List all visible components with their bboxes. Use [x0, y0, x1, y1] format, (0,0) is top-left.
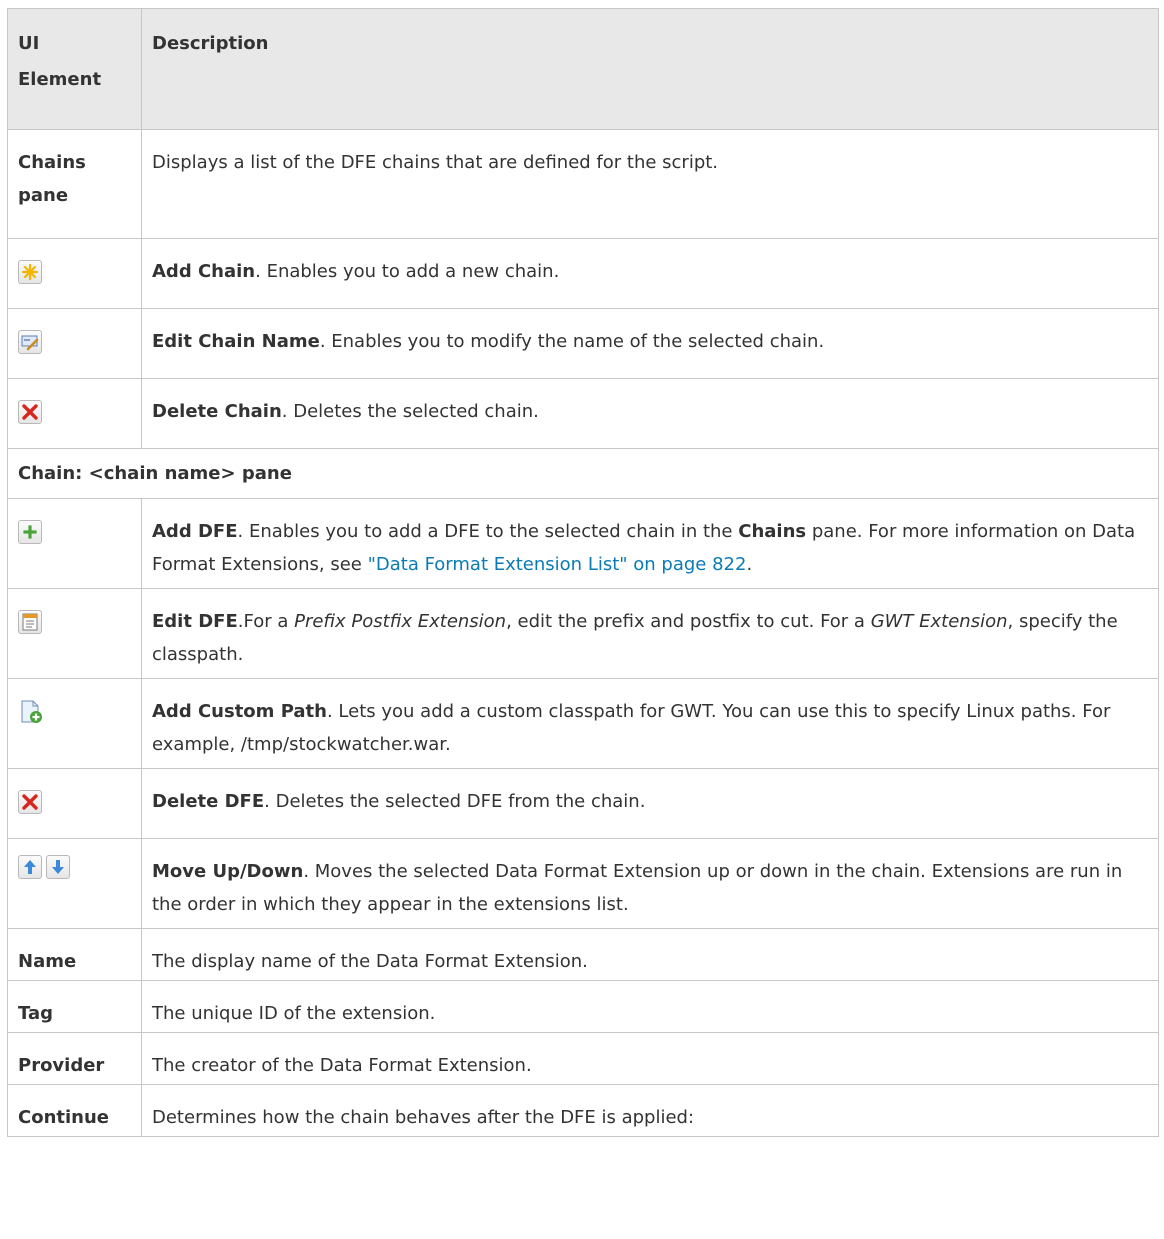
chains-pane-label-line1: Chains — [18, 152, 86, 173]
delete-dfe-title: Delete DFE — [152, 791, 265, 812]
continue-label: Continue — [18, 1107, 110, 1128]
provider-label: Provider — [18, 1055, 105, 1076]
edit-chain-name-desc: . Enables you to modify the name of the … — [319, 331, 825, 352]
prefix-postfix-italic: Prefix Postfix Extension — [294, 611, 507, 632]
add-dfe-chains-bold: Chains — [738, 521, 807, 542]
delete-chain-desc: . Deletes the selected chain. — [281, 401, 539, 422]
move-up-down-buttons — [18, 855, 70, 879]
delete-red-x-icon[interactable] — [18, 790, 42, 814]
delete-chain-title: Delete Chain — [152, 401, 282, 422]
table-row: Tag The unique ID of the extension. — [7, 980, 1159, 1033]
table-row: Add Custom Path. Lets you add a custom c… — [7, 678, 1159, 769]
edit-dfe-desc-a: .For a — [237, 611, 295, 632]
add-custom-path-document-icon[interactable] — [18, 699, 44, 725]
row-name-cell: Continue — [7, 1084, 142, 1137]
header-ui-element: UI Element — [7, 8, 142, 130]
section-row: Chain: <chain name> pane — [7, 448, 1159, 499]
section-label: Chain: <chain name> pane — [7, 448, 1159, 499]
row-desc-cell: Delete DFE. Deletes the selected DFE fro… — [141, 768, 1159, 839]
row-icon-cell — [7, 588, 142, 679]
table-row: Provider The creator of the Data Format … — [7, 1032, 1159, 1085]
add-green-plus-icon[interactable] — [18, 520, 42, 544]
add-chain-desc: . Enables you to add a new chain. — [255, 261, 560, 282]
add-custom-path-title: Add Custom Path — [152, 701, 327, 722]
row-desc-cell: Add DFE. Enables you to add a DFE to the… — [141, 498, 1159, 589]
row-desc-cell: The creator of the Data Format Extension… — [141, 1032, 1159, 1085]
table-row: Delete Chain. Deletes the selected chain… — [7, 378, 1159, 449]
row-icon-cell — [7, 678, 142, 769]
add-dfe-desc-c: . — [746, 554, 753, 575]
edit-chain-name-icon[interactable] — [18, 330, 42, 354]
table-header-row: UI Element Description — [7, 8, 1159, 130]
move-up-down-title: Move Up/Down — [152, 861, 304, 882]
delete-dfe-desc: . Deletes the selected DFE from the chai… — [264, 791, 646, 812]
row-desc-cell: Add Chain. Enables you to add a new chai… — [141, 238, 1159, 309]
add-dfe-title: Add DFE — [152, 521, 238, 542]
header-ui-element-line1: UI — [18, 33, 40, 54]
row-name-cell: Provider — [7, 1032, 142, 1085]
table-row: Move Up/Down. Moves the selected Data Fo… — [7, 838, 1159, 929]
row-desc-cell: Edit DFE.For a Prefix Postfix Extension,… — [141, 588, 1159, 679]
table-row: Add Chain. Enables you to add a new chai… — [7, 238, 1159, 309]
add-chain-title: Add Chain — [152, 261, 256, 282]
gwt-extension-italic: GWT Extension — [870, 611, 1008, 632]
header-ui-element-line2: Element — [18, 69, 102, 90]
edit-dfe-title: Edit DFE — [152, 611, 238, 632]
row-desc-cell: The unique ID of the extension. — [141, 980, 1159, 1033]
data-format-extension-list-link[interactable]: "Data Format Extension List" on page 822 — [368, 554, 747, 575]
row-icon-cell — [7, 838, 142, 929]
table-row: Edit DFE.For a Prefix Postfix Extension,… — [7, 588, 1159, 679]
table-row: Chains pane Displays a list of the DFE ch… — [7, 129, 1159, 239]
add-dfe-desc-a: . Enables you to add a DFE to the select… — [237, 521, 739, 542]
chains-pane-label-line2: pane — [18, 185, 69, 206]
arrow-down-icon[interactable] — [46, 855, 70, 879]
table-row: Add DFE. Enables you to add a DFE to the… — [7, 498, 1159, 589]
row-desc-cell: Delete Chain. Deletes the selected chain… — [141, 378, 1159, 449]
table-row: Delete DFE. Deletes the selected DFE fro… — [7, 768, 1159, 839]
delete-red-x-icon[interactable] — [18, 400, 42, 424]
row-desc-cell: Determines how the chain behaves after t… — [141, 1084, 1159, 1137]
row-icon-cell — [7, 308, 142, 379]
edit-properties-icon[interactable] — [18, 610, 42, 634]
add-chain-star-icon[interactable] — [18, 260, 42, 284]
name-label: Name — [18, 951, 77, 972]
row-desc-cell: Move Up/Down. Moves the selected Data Fo… — [141, 838, 1159, 929]
row-name-cell: Chains pane — [7, 129, 142, 239]
row-icon-cell — [7, 238, 142, 309]
arrow-up-icon[interactable] — [18, 855, 42, 879]
row-desc-cell: Edit Chain Name. Enables you to modify t… — [141, 308, 1159, 379]
row-desc-cell: Displays a list of the DFE chains that a… — [141, 129, 1159, 239]
row-desc-cell: Add Custom Path. Lets you add a custom c… — [141, 678, 1159, 769]
tag-label: Tag — [18, 1003, 53, 1024]
ui-elements-table: UI Element Description Chains pane Display… — [7, 8, 1159, 1137]
header-description: Description — [141, 8, 1159, 130]
table-row: Name The display name of the Data Format… — [7, 928, 1159, 981]
edit-chain-name-title: Edit Chain Name — [152, 331, 320, 352]
row-desc-cell: The display name of the Data Format Exte… — [141, 928, 1159, 981]
row-icon-cell — [7, 768, 142, 839]
row-icon-cell — [7, 498, 142, 589]
table-row: Edit Chain Name. Enables you to modify t… — [7, 308, 1159, 379]
edit-dfe-desc-b: , edit the prefix and postfix to cut. Fo… — [506, 611, 871, 632]
row-name-cell: Name — [7, 928, 142, 981]
row-icon-cell — [7, 378, 142, 449]
row-name-cell: Tag — [7, 980, 142, 1033]
table-row: Continue Determines how the chain behave… — [7, 1084, 1159, 1137]
